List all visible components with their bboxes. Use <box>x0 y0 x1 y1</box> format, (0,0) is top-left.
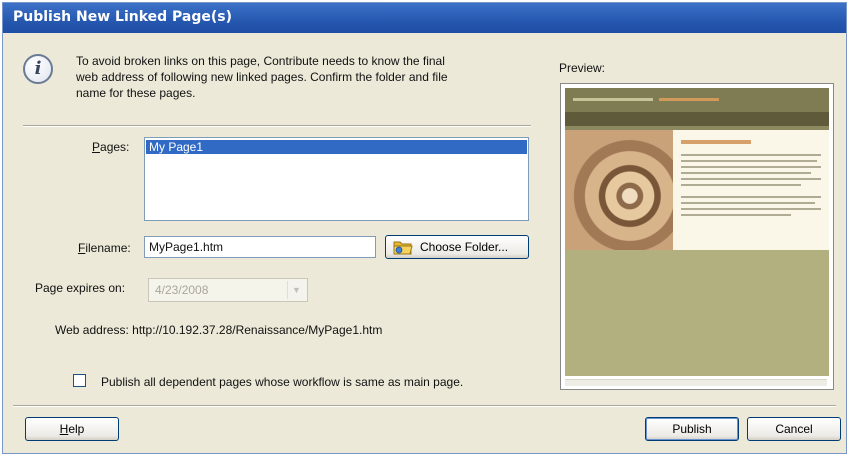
publish-dependent-checkbox[interactable] <box>73 374 86 387</box>
preview-text-line <box>681 160 817 162</box>
info-line-1: To avoid broken links on this page, Cont… <box>76 54 445 68</box>
preview-text-line <box>681 178 821 180</box>
preview-text-line <box>681 184 801 186</box>
preview-content-area <box>673 130 829 250</box>
expires-date-select: 4/23/2008 ▼ <box>148 278 308 302</box>
publish-dependent-label: Publish all dependent pages whose workfl… <box>101 375 464 389</box>
preview-text-line <box>681 172 811 174</box>
preview-text-line <box>681 202 815 204</box>
pages-label: Pages: <box>92 140 130 154</box>
preview-text-line <box>681 154 821 156</box>
choose-folder-button[interactable]: Choose Folder... <box>385 235 529 259</box>
preview-text-line <box>681 166 821 168</box>
preview-text-line <box>681 214 791 216</box>
preview-footer-area <box>565 250 829 376</box>
preview-heading <box>681 140 751 144</box>
preview-label: Preview: <box>559 61 606 75</box>
info-message: To avoid broken links on this page, Cont… <box>76 53 526 101</box>
web-address-row: Web address: http://10.192.37.28/Renaiss… <box>55 323 382 337</box>
help-button[interactable]: Help <box>25 417 119 441</box>
info-line-2: web address of following new linked page… <box>76 70 448 84</box>
preview-logo-text <box>573 98 653 101</box>
filename-input[interactable]: MyPage1.htm <box>144 236 376 258</box>
preview-tagline-text <box>659 98 719 101</box>
separator-top <box>23 125 531 127</box>
dialog-title: Publish New Linked Page(s) <box>13 9 233 25</box>
expires-label: Page expires on: <box>35 281 126 295</box>
preview-text-line <box>681 208 821 210</box>
info-line-3: name for these pages. <box>76 86 196 100</box>
web-address-value: http://10.192.37.28/Renaissance/MyPage1.… <box>132 323 383 337</box>
info-icon: i <box>23 54 53 84</box>
title-bar[interactable]: Publish New Linked Page(s) <box>3 3 846 33</box>
filename-label: Filename: <box>78 241 131 255</box>
choose-folder-label: Choose Folder... <box>420 240 509 254</box>
expires-date-value: 4/23/2008 <box>155 283 209 297</box>
preview-text-line <box>681 196 821 198</box>
publish-button[interactable]: Publish <box>645 417 739 441</box>
preview-shell-image <box>565 130 673 250</box>
web-address-label: Web address: <box>55 323 129 337</box>
separator-bottom <box>13 405 836 407</box>
list-item-my-page1[interactable]: My Page1 <box>146 140 527 154</box>
cancel-button[interactable]: Cancel <box>747 417 841 441</box>
publish-dialog: Publish New Linked Page(s) i To avoid br… <box>2 2 847 454</box>
chevron-down-icon: ▼ <box>287 281 305 299</box>
folder-icon <box>393 241 413 255</box>
preview-horizontal-scrollbar[interactable] <box>565 379 827 386</box>
preview-nav-bar <box>565 112 829 126</box>
pages-listbox[interactable]: My Page1 <box>144 137 529 221</box>
preview-pane <box>560 83 834 390</box>
